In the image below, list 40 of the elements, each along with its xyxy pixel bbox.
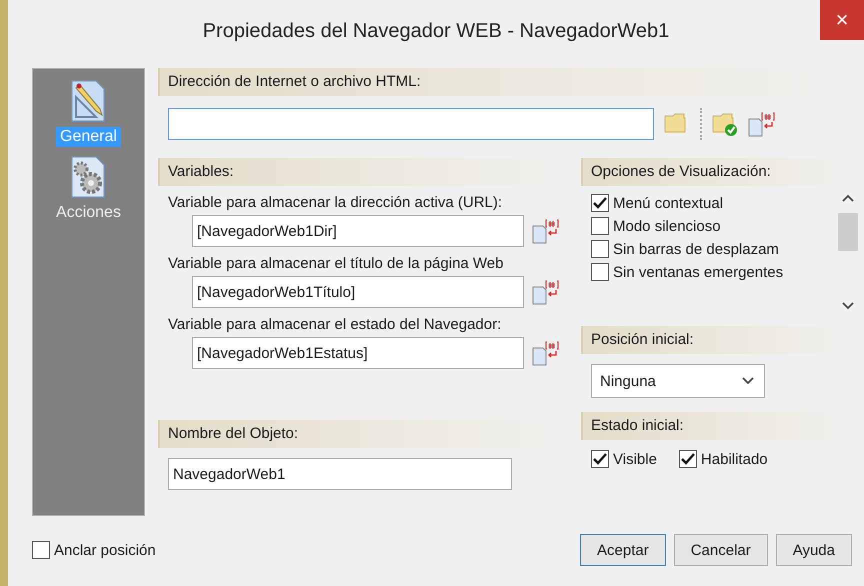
dialog-button[interactable]: Cancelar (674, 534, 768, 566)
checkbox[interactable]: Habilitado (678, 450, 768, 468)
window-title: Propiedades del Navegador WEB - NavegadorWeb1 (202, 20, 670, 43)
dialog-button[interactable]: Aceptar (580, 534, 666, 566)
checkbox[interactable]: Menú contextual (591, 194, 836, 212)
scroll-up-icon[interactable] (842, 194, 854, 202)
field-label: Variable para almacenar la dirección activa (URL): (167, 193, 504, 211)
field-label: Variable para almacenar el estado del Navegador: (167, 315, 502, 333)
scrollbar[interactable] (836, 194, 860, 310)
folder-check-icon (712, 112, 738, 136)
checkbox[interactable]: Modo silencioso (591, 217, 836, 235)
variable-field[interactable]: [NavegadorWeb1Estatus] (192, 337, 524, 369)
variable-insert-icon (748, 111, 776, 137)
checkbox[interactable]: Sin ventanas emergentes (591, 263, 836, 281)
variable-insert-icon (532, 279, 560, 305)
variable-insert-icon (532, 340, 560, 366)
check-mark-icon (593, 453, 607, 465)
field-label: Variable para almacenar el título de la página Web (167, 254, 504, 272)
address-field[interactable] (168, 108, 654, 140)
close-button[interactable]: × (820, 0, 864, 40)
gears-document-icon (70, 155, 106, 199)
object-name-field[interactable]: NavegadorWeb1 (168, 458, 512, 490)
check-mark-icon (680, 453, 695, 465)
checkbox[interactable]: Anclar posición (32, 541, 156, 559)
variable-insert-icon (532, 218, 560, 244)
scroll-down-icon[interactable] (842, 302, 854, 310)
position-dropdown[interactable]: Ninguna (591, 364, 765, 398)
checkbox[interactable]: Visible (591, 450, 657, 468)
variable-field[interactable]: [NavegadorWeb1Dir] (192, 215, 524, 247)
variable-field[interactable]: [NavegadorWeb1Título] (192, 276, 524, 308)
ruler-pencil-document-icon (70, 79, 106, 123)
chevron-down-icon[interactable] (742, 377, 754, 385)
insert-variable-button[interactable] (532, 279, 560, 305)
insert-variable-button[interactable] (748, 111, 776, 137)
check-mark-icon (593, 197, 607, 209)
insert-variable-button[interactable] (532, 218, 560, 244)
dialog-button[interactable]: Ayuda (776, 534, 852, 566)
insert-variable-button[interactable] (532, 340, 560, 366)
checkbox[interactable]: Sin barras de desplazam (591, 240, 836, 258)
verify-folder-button[interactable] (712, 112, 738, 136)
